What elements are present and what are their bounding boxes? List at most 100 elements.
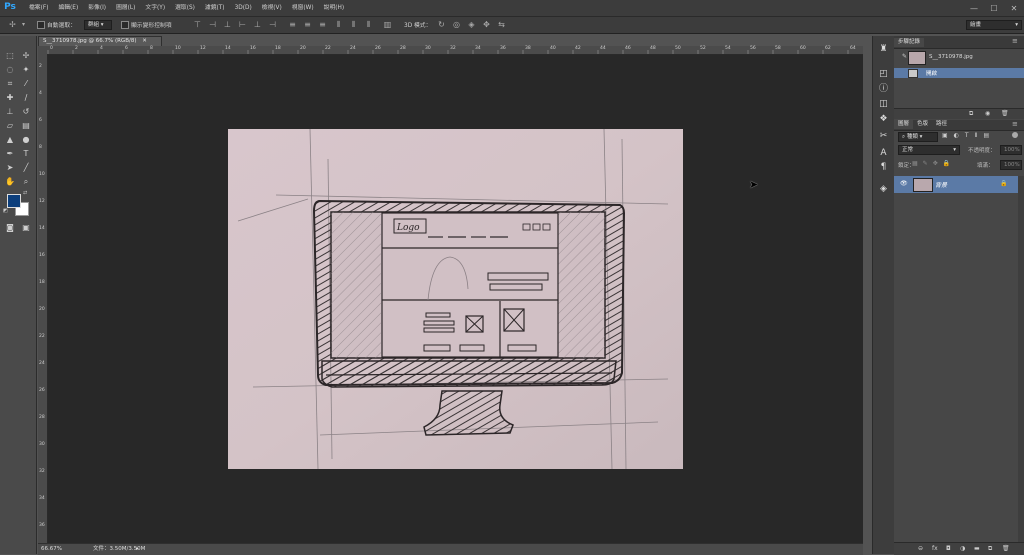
distribute-vcenter-icon[interactable]: ≡ [303,20,312,29]
3d-panel-icon[interactable]: ◈ [878,184,889,195]
distribute-bottom-icon[interactable]: ≡ [318,20,327,29]
swap-colors-icon[interactable]: ⇄ [23,190,27,196]
layers-scrollbar[interactable] [1018,176,1024,548]
scale-3d-icon[interactable]: ⇆ [497,20,506,29]
drag-3d-icon[interactable]: ◈ [467,20,476,29]
panel-menu-icon[interactable]: ≡ [1012,37,1018,45]
tab-layers[interactable]: 圖層 [894,120,914,129]
vertical-ruler[interactable]: 2 4 6 8 10 12 14 16 18 20 22 24 26 28 30… [38,54,48,543]
history-brush-tool-icon[interactable]: ↺ [19,105,33,118]
slide-3d-icon[interactable]: ✥ [482,20,491,29]
auto-select-checkbox[interactable] [37,21,45,29]
link-layers-icon[interactable]: ⊖ [918,545,923,552]
gradient-tool-icon[interactable]: ▤ [19,119,33,132]
line-tool-icon[interactable]: ╱ [19,161,33,174]
screen-mode-icon[interactable]: ▣ [19,221,33,234]
align-left-icon[interactable]: ⊢ [238,20,247,29]
tool-presets-panel-icon[interactable]: ✂ [878,131,889,142]
brush-tool-icon[interactable]: ∕ [19,91,33,104]
menu-layer[interactable]: 圖層(L) [111,0,140,16]
filter-toggle-icon[interactable] [1012,132,1018,138]
blend-mode-dropdown[interactable]: 正常 ▾ [898,145,960,155]
quick-mask-icon[interactable]: ◙ [3,221,17,234]
type-tool-icon[interactable]: T [19,147,33,160]
info-panel-icon[interactable]: ⓘ [878,84,889,95]
tab-channels[interactable]: 色版 [913,120,932,129]
menu-image[interactable]: 影像(I) [83,0,111,16]
adjustment-layer-icon[interactable]: ◑ [960,545,965,552]
maximize-button[interactable]: ☐ [986,2,1002,15]
marquee-tool-icon[interactable]: ⬚ [3,49,17,62]
eyedropper-tool-icon[interactable]: ⁄ [19,77,33,90]
zoom-tool-icon[interactable]: ⌕ [19,175,33,188]
properties-panel-icon[interactable]: ◰ [878,69,889,80]
new-group-icon[interactable]: ▬ [974,545,980,552]
roll-3d-icon[interactable]: ◎ [452,20,461,29]
menu-help[interactable]: 說明(H) [319,0,349,16]
menu-view[interactable]: 檢視(V) [257,0,287,16]
magic-wand-tool-icon[interactable]: ✦ [19,63,33,76]
history-panel-icon[interactable]: ♜ [878,44,889,55]
pen-tool-icon[interactable]: ✒ [3,147,17,160]
menu-window[interactable]: 視窗(W) [287,0,319,16]
align-top-icon[interactable]: ⊤ [193,20,202,29]
history-step-row[interactable]: 開啟 [894,68,1024,78]
menu-filter[interactable]: 濾鏡(T) [200,0,230,16]
crop-tool-icon[interactable]: ⌗ [3,77,17,90]
workspace-dropdown[interactable]: 繪畫 ▾ [966,20,1022,30]
align-hcenter-icon[interactable]: ⊥ [253,20,262,29]
healing-brush-tool-icon[interactable]: ✚ [3,91,17,104]
default-colors-icon[interactable]: ◩ [3,208,8,214]
navigator-panel-icon[interactable]: ◫ [878,99,889,110]
menu-3d[interactable]: 3D(D) [230,0,257,16]
visibility-eye-icon[interactable]: 👁 [900,180,908,187]
layer-filter-icons[interactable]: ▣◐TⅡ▤ [942,132,995,139]
align-right-icon[interactable]: ⊣ [268,20,277,29]
menu-type[interactable]: 文字(Y) [140,0,170,16]
close-button[interactable]: ✕ [1006,2,1022,15]
distribute-right-icon[interactable]: ⦀ [364,20,373,29]
history-snapshot-row[interactable]: ✎ S__3710978.jpg [894,49,1024,67]
document-tab[interactable]: S__3710978.jpg @ 66.7% (RGB/8) ✕ [38,36,162,46]
opacity-input[interactable]: 100% [1000,145,1022,155]
move-tool-icon[interactable]: ✢ [19,49,33,62]
layer-filter-dropdown[interactable]: ⌕ 種類 ▾ [898,132,938,142]
create-snapshot-icon[interactable]: ◉ [985,110,990,117]
status-menu-icon[interactable]: ▸ [136,544,139,555]
path-selection-tool-icon[interactable]: ➤ [3,161,17,174]
fill-input[interactable]: 100% [1000,160,1022,170]
clone-stamp-tool-icon[interactable]: ⊥ [3,105,17,118]
paragraph-panel-icon[interactable]: ¶ [878,162,889,173]
layer-lock-icon[interactable]: 🔒 [1000,180,1007,187]
align-bottom-icon[interactable]: ⊥ [223,20,232,29]
menu-select[interactable]: 選取(S) [170,0,200,16]
align-vcenter-icon[interactable]: ⊣ [208,20,217,29]
auto-select-dropdown[interactable]: 群組 ▾ [84,20,112,30]
horizontal-ruler[interactable]: 0 2 4 6 8 10 12 14 16 18 20 22 24 26 28 … [38,46,863,55]
new-document-from-state-icon[interactable]: ⧉ [969,110,973,118]
add-mask-icon[interactable]: ◘ [946,545,951,552]
layer-row-background[interactable]: 👁 背景 🔒 [894,176,1018,193]
close-document-icon[interactable]: ✕ [142,38,147,44]
menu-edit[interactable]: 編輯(E) [53,0,83,16]
minimize-button[interactable]: — [966,2,982,15]
distribute-hcenter-icon[interactable]: ⦀ [349,20,358,29]
dodge-tool-icon[interactable]: ● [19,133,33,146]
move-tool-icon[interactable]: ✢ [8,20,17,29]
eraser-tool-icon[interactable]: ▱ [3,119,17,132]
menu-file[interactable]: 檔案(F) [24,0,53,16]
distribute-top-icon[interactable]: ≡ [288,20,297,29]
distribute-left-icon[interactable]: ⦀ [334,20,343,29]
blur-tool-icon[interactable]: ▲ [3,133,17,146]
delete-state-icon[interactable]: 🗑 [1001,110,1009,117]
show-transform-checkbox[interactable] [121,21,129,29]
hand-tool-icon[interactable]: ✋ [3,175,17,188]
lock-icons[interactable]: ▦✎✥🔒 [912,160,955,167]
history-brush-source-icon[interactable]: ✎ [902,53,907,60]
rotate-3d-icon[interactable]: ↻ [437,20,446,29]
tab-history[interactable]: 步驟記錄 [894,38,925,47]
character-panel-icon[interactable]: A [878,148,889,159]
delete-layer-icon[interactable]: 🗑 [1002,545,1010,552]
zoom-level[interactable]: 66.67% [41,544,62,555]
auto-align-layers-icon[interactable]: ▥ [383,20,392,29]
